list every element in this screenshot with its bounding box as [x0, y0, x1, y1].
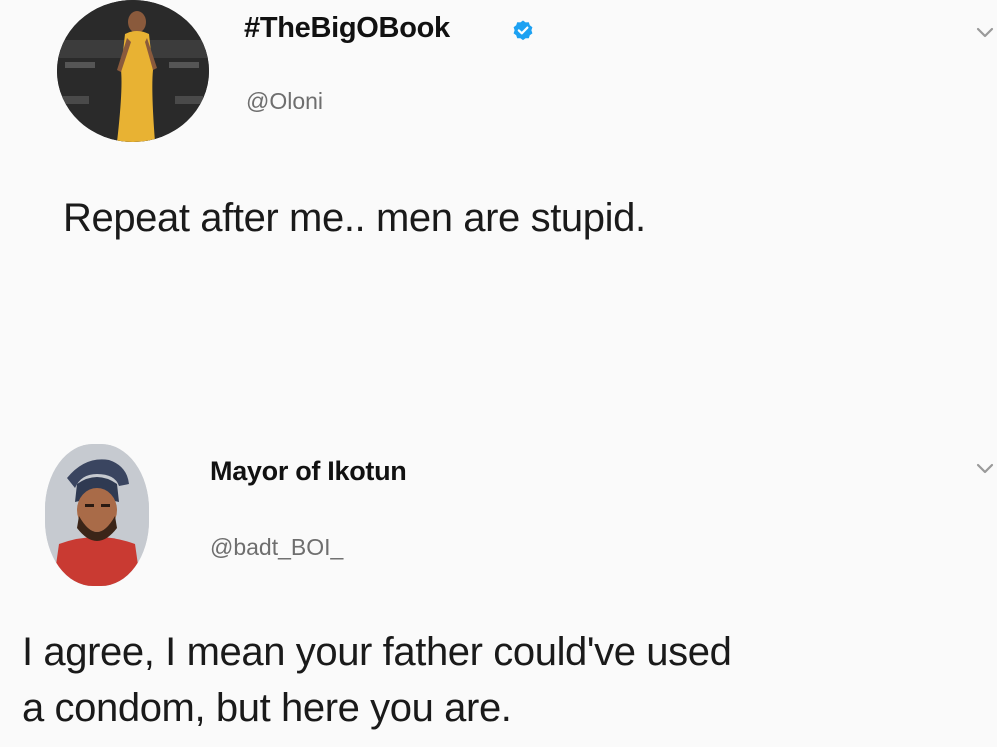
tweet-text-line: I agree, I mean your father could've use… [22, 630, 732, 674]
avatar-photo [45, 444, 149, 586]
display-name[interactable]: #TheBigOBook [244, 12, 450, 45]
chevron-down-icon[interactable] [975, 26, 995, 40]
display-name[interactable]: Mayor of Ikotun [210, 456, 407, 487]
verified-badge-icon [513, 20, 533, 41]
tweet-reply[interactable]: Mayor of Ikotun @badt_BOI_ I agree, I me… [0, 430, 997, 747]
avatar-photo [57, 0, 209, 142]
tweet-text-line: a condom, but here you are. [22, 686, 512, 730]
avatar-badt-boi[interactable] [45, 444, 149, 586]
tweet-text: I agree, I mean your father could've use… [22, 624, 732, 736]
handle[interactable]: @badt_BOI_ [210, 534, 343, 561]
tweet-text: Repeat after me.. men are stupid. [63, 196, 646, 240]
tweet-original[interactable]: #TheBigOBook @Oloni Repeat after me.. me… [0, 0, 997, 300]
chevron-down-icon[interactable] [975, 462, 995, 476]
avatar-oloni[interactable] [57, 0, 209, 142]
handle[interactable]: @Oloni [246, 88, 323, 115]
